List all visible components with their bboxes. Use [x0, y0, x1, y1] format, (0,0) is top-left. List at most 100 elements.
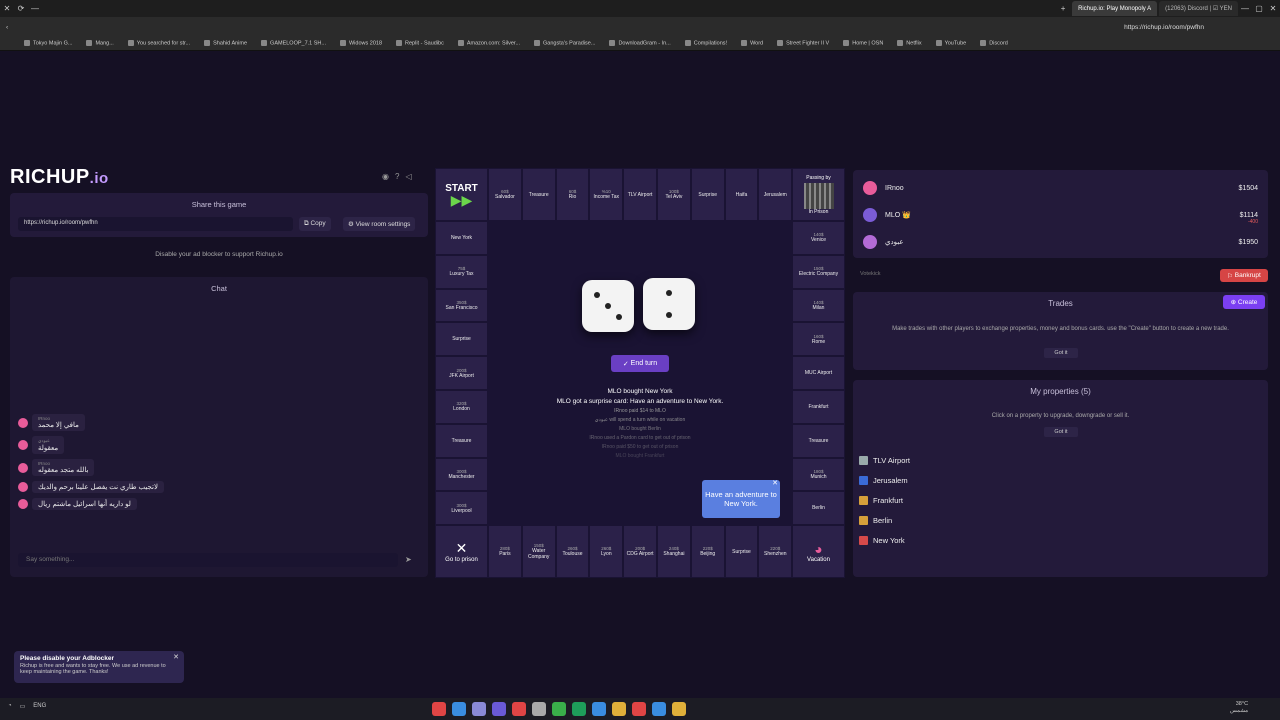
board-tile[interactable]: Berlin	[792, 491, 845, 526]
property-item[interactable]: New York	[859, 532, 1259, 548]
board-tile[interactable]: 200$ JFK Airport	[435, 356, 488, 390]
board-tile[interactable]: 180$ Munich	[792, 457, 845, 492]
discord-icon[interactable]: ◉	[382, 172, 389, 181]
view-room-settings-button[interactable]: ⚙ View room settings	[343, 217, 416, 231]
end-turn-button[interactable]: ✓ End turn	[611, 355, 669, 372]
taskbar-app-icon[interactable]	[612, 702, 626, 716]
taskbar-app-icon[interactable]	[672, 702, 686, 716]
bookmark-item[interactable]: DownloadGram - In...	[609, 40, 671, 47]
bookmark-item[interactable]: Replit - Saudibc	[396, 40, 444, 47]
help-icon[interactable]: ?	[395, 172, 399, 181]
url-field[interactable]: https://richup.io/room/pwfhn	[1124, 24, 1204, 31]
board-tile[interactable]: Treasure	[521, 168, 556, 221]
tab-discord[interactable]: (12063) Discord | ☑ YEN	[1159, 1, 1238, 16]
board-tile[interactable]: Haifa	[724, 168, 759, 221]
board-tile[interactable]: 60$ Salvador	[488, 168, 522, 221]
taskbar-app-icon[interactable]	[532, 702, 546, 716]
bookmark-item[interactable]: Widows 2018	[339, 40, 382, 47]
board-tile[interactable]: 220$ Beijing	[690, 525, 725, 578]
bookmark-item[interactable]: Amazon.com: Silver...	[457, 40, 520, 47]
bankrupt-button[interactable]: ⚐ Bankrupt	[1220, 269, 1268, 282]
vacation-corner[interactable]: ◕ Vacation	[792, 525, 845, 578]
minimize-icon[interactable]: —	[28, 2, 42, 16]
bookmark-item[interactable]: Netflix	[897, 40, 922, 47]
board-tile[interactable]: 300$ Manchester	[435, 457, 488, 492]
board-tile[interactable]: 140$ Milan	[792, 288, 845, 323]
board-tile[interactable]: 140$ Venice	[792, 221, 845, 255]
board-tile[interactable]: Frankfurt	[792, 390, 845, 424]
board-tile[interactable]: MUC Airport	[792, 356, 845, 390]
new-tab-icon[interactable]: +	[1056, 1, 1070, 15]
board-tile[interactable]: 150$ Electric Company	[792, 254, 845, 289]
property-item[interactable]: TLV Airport	[859, 452, 1259, 468]
board-tile[interactable]: 260$ Toulouse	[555, 525, 590, 578]
board-tile[interactable]: Surprise	[690, 168, 725, 221]
refresh-icon[interactable]: ⟳	[14, 2, 28, 16]
create-trade-button[interactable]: ⊕ Create	[1223, 295, 1265, 309]
board-tile[interactable]: 280$ Paris	[488, 525, 522, 578]
copy-button[interactable]: ⧉ Copy	[299, 217, 331, 231]
weather-widget[interactable]: 38°C مشمس	[1230, 701, 1248, 715]
taskbar-app-icon[interactable]	[552, 702, 566, 716]
board-tile[interactable]: Surprise	[724, 525, 759, 578]
taskbar-app-icon[interactable]	[512, 702, 526, 716]
properties-got-it-button[interactable]: Got it	[1044, 427, 1078, 437]
trades-got-it-button[interactable]: Got it	[1044, 348, 1078, 358]
board-tile[interactable]: Treasure	[792, 423, 845, 458]
taskbar-app-icon[interactable]	[452, 702, 466, 716]
battery-icon[interactable]: ▭	[20, 703, 26, 710]
board-tile[interactable]: 75$ Luxury Tax	[435, 254, 488, 289]
board-tile[interactable]: Surprise	[435, 322, 488, 357]
close-icon[interactable]: ✕	[772, 480, 778, 488]
go-to-prison-corner[interactable]: ✕ Go to prison	[435, 525, 488, 578]
bookmark-item[interactable]: GAMELOOP_7.1 SH...	[261, 40, 326, 47]
close-window-icon[interactable]: ✕	[0, 2, 14, 16]
board-tile[interactable]: 200$ CDG Airport	[623, 525, 657, 578]
player-row[interactable]: IRnoo $1504	[863, 178, 1258, 198]
taskbar-app-icon[interactable]	[492, 702, 506, 716]
bookmark-item[interactable]: Discord	[980, 40, 1008, 47]
board-tile[interactable]: Jerusalem	[758, 168, 793, 221]
bookmark-item[interactable]: Mang...	[86, 40, 114, 47]
property-item[interactable]: Berlin	[859, 512, 1259, 528]
window-maximize-icon[interactable]: ▢	[1252, 1, 1266, 15]
board-tile[interactable]: 100$ Tel Aviv	[657, 168, 691, 221]
bookmark-item[interactable]: Shahid Anime	[204, 40, 247, 47]
wifi-icon[interactable]: ◔	[8, 703, 12, 710]
board-tile[interactable]: %10 Income Tax	[589, 168, 624, 221]
board-tile[interactable]: 240$ Shanghai	[657, 525, 691, 578]
bookmark-item[interactable]: Compilations!	[684, 40, 727, 47]
taskbar-app-icon[interactable]	[592, 702, 606, 716]
property-item[interactable]: Frankfurt	[859, 492, 1259, 508]
taskbar-app-icon[interactable]	[632, 702, 646, 716]
language-indicator[interactable]: ENG	[33, 703, 46, 710]
board-tile[interactable]: 350$ San Francisco	[435, 288, 488, 323]
board-tile[interactable]: TLV Airport	[623, 168, 657, 221]
board-tile[interactable]: 220$ Shenzhen	[758, 525, 793, 578]
board-tile[interactable]: 300$ Liverpool	[435, 491, 488, 526]
bookmark-item[interactable]: Street Fighter II V	[777, 40, 829, 47]
bookmark-item[interactable]: You searched for str...	[127, 40, 190, 47]
board-tile[interactable]: Treasure	[435, 423, 488, 458]
tab-richup[interactable]: Richup.io: Play Monopoly A	[1072, 1, 1158, 16]
window-close-icon[interactable]: ✕	[1266, 1, 1280, 15]
board-tile[interactable]: 150$ Water Company	[521, 525, 556, 578]
board-tile[interactable]: 320$ London	[435, 390, 488, 424]
bookmark-item[interactable]: Tokyo Majin G...	[24, 40, 72, 47]
board-tile[interactable]: 260$ Lyon	[589, 525, 624, 578]
taskbar-app-icon[interactable]	[572, 702, 586, 716]
send-icon[interactable]: ➤	[405, 555, 412, 564]
richup-logo[interactable]: RICHUP.io	[10, 166, 109, 189]
taskbar-app-icon[interactable]	[432, 702, 446, 716]
back-icon[interactable]: ‹	[6, 24, 8, 31]
player-row[interactable]: MLO 👑 $1114 -400	[863, 205, 1258, 225]
votekick-button[interactable]: Votekick	[860, 271, 880, 277]
board-tile[interactable]: New York	[435, 221, 488, 255]
window-minimize-icon[interactable]: —	[1238, 1, 1252, 15]
bookmark-item[interactable]: Home | OSN	[843, 40, 883, 47]
close-icon[interactable]: ✕	[173, 653, 179, 661]
player-row[interactable]: عبودي $1950	[863, 232, 1258, 252]
property-item[interactable]: Jerusalem	[859, 472, 1259, 488]
taskbar-app-icon[interactable]	[652, 702, 666, 716]
sound-icon[interactable]: ◁	[405, 172, 411, 181]
